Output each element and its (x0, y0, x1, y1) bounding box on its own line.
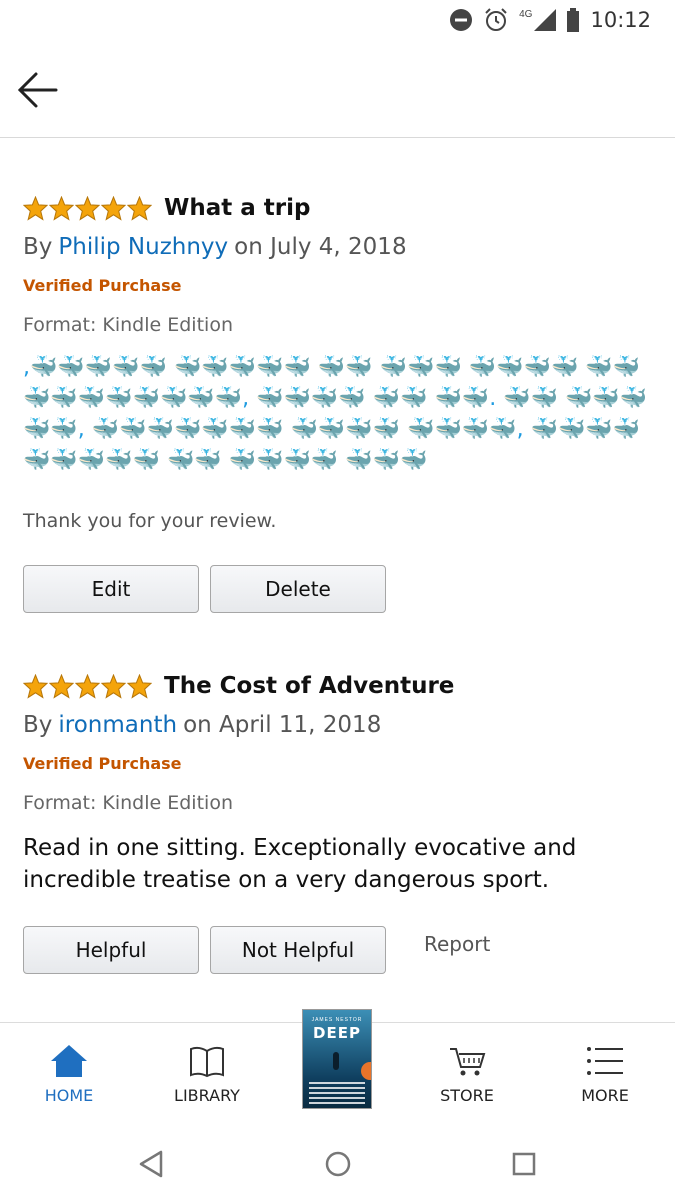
status-bar: 4G 10:12 (0, 0, 675, 40)
star-icon (49, 673, 74, 699)
triangle-back-icon (139, 1150, 163, 1178)
nav-home[interactable]: HOME (4, 1023, 134, 1121)
battery-icon (567, 8, 580, 32)
star-rating (23, 673, 152, 699)
nav-library[interactable]: LIBRARY (142, 1023, 272, 1121)
edit-button[interactable]: Edit (23, 565, 199, 613)
star-icon (127, 673, 152, 699)
review-title: What a trip (164, 195, 311, 221)
arrow-left-icon (17, 72, 58, 108)
thank-you-message: Thank you for your review. (23, 510, 277, 532)
helpful-button[interactable]: Helpful (23, 926, 199, 974)
author-link[interactable]: Philip Nuzhnyy (58, 234, 228, 260)
circle-home-icon (325, 1151, 351, 1177)
bottom-navigation: HOME LIBRARY JAMES NESTOR DEEP STORE MOR… (0, 1009, 675, 1121)
back-button[interactable] (16, 70, 60, 110)
book-author: JAMES NESTOR (311, 1017, 363, 1023)
review-card: The Cost of Adventure By ironmanth on Apri… (23, 668, 653, 974)
menu-list-icon (587, 1047, 623, 1075)
nav-more-label: MORE (581, 1086, 629, 1105)
star-icon (49, 195, 74, 221)
network-type: 4G (519, 8, 533, 20)
review-title: The Cost of Adventure (164, 673, 455, 699)
alarm-icon (485, 8, 507, 31)
diver-illustration (333, 1052, 339, 1070)
review-card: What a trip By Philip Nuzhnyy on July 4, 2… (23, 190, 653, 613)
system-home-button[interactable] (318, 1144, 358, 1184)
verified-purchase-badge: Verified Purchase (23, 276, 182, 295)
review-date: on April 11, 2018 (183, 712, 382, 738)
author-link[interactable]: ironmanth (58, 712, 177, 738)
review-body: Read in one sitting. Exceptionally evoca… (23, 835, 577, 893)
system-navigation-bar (0, 1120, 675, 1200)
nav-home-label: HOME (44, 1086, 94, 1105)
system-back-button[interactable] (131, 1144, 171, 1184)
top-app-bar (0, 40, 675, 138)
library-icon (190, 1046, 224, 1078)
format-label: Format: Kindle Edition (23, 314, 233, 336)
review-date: on July 4, 2018 (234, 234, 407, 260)
review-byline: By ironmanth on April 11, 2018 (23, 708, 653, 742)
nav-library-label: LIBRARY (174, 1086, 240, 1105)
star-icon (75, 195, 100, 221)
review-body: ,🐳🐳🐳🐳🐳 🐳🐳🐳🐳🐳 🐳🐳 🐳🐳🐳 🐳🐳🐳🐳 🐳🐳 🐳🐳🐳🐳🐳🐳🐳🐳, 🐳🐳… (23, 355, 648, 473)
report-link[interactable]: Report (424, 932, 490, 956)
star-icon (101, 195, 126, 221)
star-icon (75, 673, 100, 699)
by-label: By (23, 712, 53, 738)
book-title: DEEP (313, 1024, 361, 1042)
nav-store-label: STORE (440, 1086, 494, 1105)
review-byline: By Philip Nuzhnyy on July 4, 2018 (23, 230, 653, 264)
not-helpful-button[interactable]: Not Helpful (210, 926, 386, 974)
nav-more[interactable]: MORE (540, 1023, 670, 1121)
star-icon (101, 673, 126, 699)
system-recents-button[interactable] (504, 1144, 544, 1184)
nav-store[interactable]: STORE (402, 1023, 532, 1121)
by-label: By (23, 234, 53, 260)
delete-button[interactable]: Delete (210, 565, 386, 613)
home-icon (51, 1045, 87, 1077)
star-icon (127, 195, 152, 221)
current-book-cover[interactable]: JAMES NESTOR DEEP (302, 1009, 372, 1109)
star-icon (23, 195, 48, 221)
do-not-disturb-icon (450, 9, 473, 31)
verified-purchase-badge: Verified Purchase (23, 754, 182, 773)
format-label: Format: Kindle Edition (23, 792, 233, 814)
cart-icon (450, 1048, 486, 1076)
star-icon (23, 673, 48, 699)
status-time: 10:12 (590, 8, 651, 32)
cover-text-lines (309, 1082, 365, 1104)
star-rating (23, 195, 152, 221)
cover-badge (361, 1062, 371, 1080)
signal-icon (534, 9, 557, 31)
square-recents-icon (512, 1152, 536, 1176)
